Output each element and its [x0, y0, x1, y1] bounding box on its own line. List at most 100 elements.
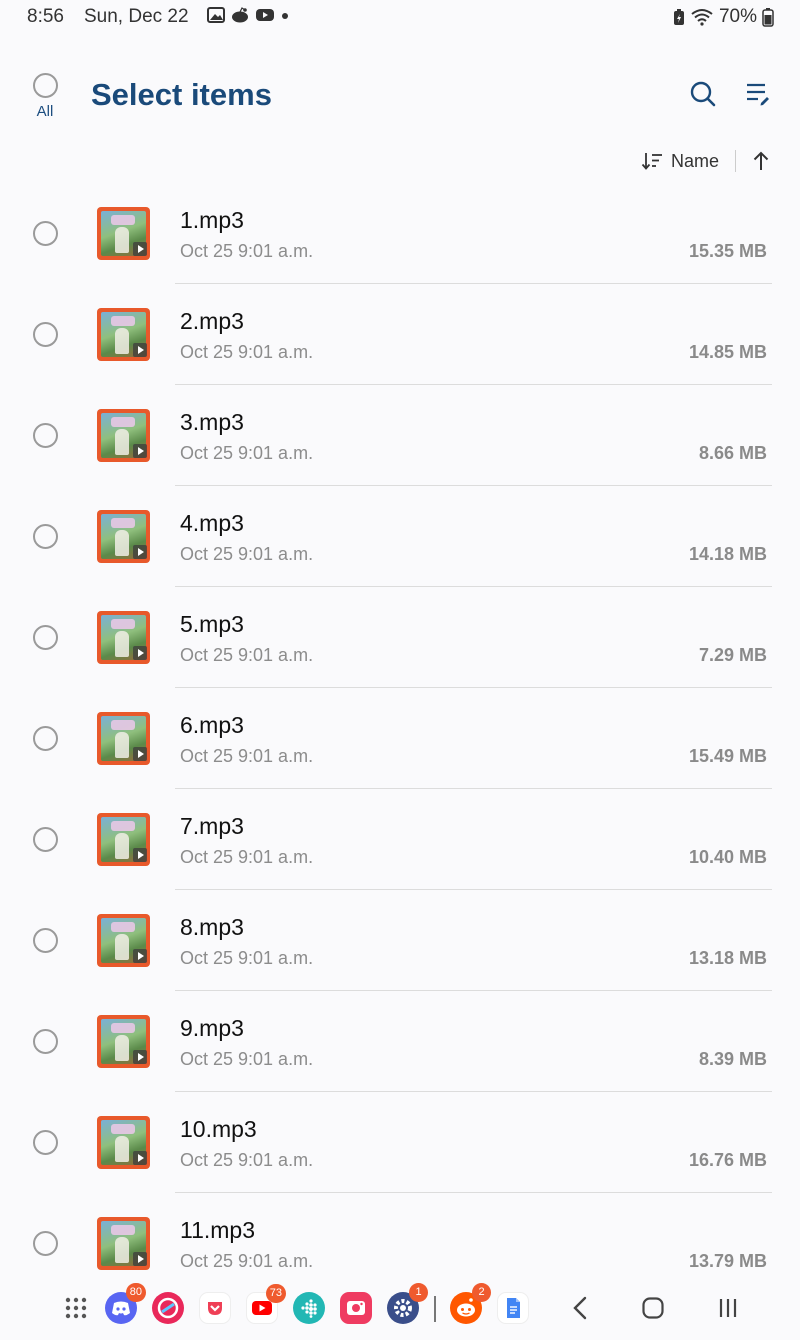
file-row[interactable]: 8.mp3 Oct 25 9:01 a.m. 13.18 MB: [0, 890, 800, 991]
apps-grid-icon[interactable]: [60, 1292, 92, 1324]
file-select-radio[interactable]: [33, 625, 58, 650]
file-name: 3.mp3: [180, 409, 244, 435]
file-row[interactable]: 10.mp3 Oct 25 9:01 a.m. 16.76 MB: [0, 1092, 800, 1193]
file-size: 10.40 MB: [688, 847, 767, 867]
file-select-radio[interactable]: [33, 726, 58, 751]
image-icon: [207, 7, 225, 23]
album-art-thumbnail: [97, 611, 150, 664]
page-title: Select items: [91, 77, 272, 112]
album-art-thumbnail: [97, 1116, 150, 1169]
battery-saver-icon: [673, 9, 684, 25]
select-all-toggle[interactable]: All: [30, 73, 60, 120]
wifi-icon: [691, 9, 713, 26]
dot-icon: [282, 13, 288, 19]
youtube-badge: 73: [265, 1284, 286, 1303]
file-row[interactable]: 3.mp3 Oct 25 9:01 a.m. 8.66 MB: [0, 385, 800, 486]
settings-badge: 1: [409, 1283, 428, 1302]
album-art-thumbnail: [97, 510, 150, 563]
discord-app-icon[interactable]: 80: [105, 1283, 146, 1324]
file-name: 4.mp3: [180, 510, 244, 536]
select-all-radio[interactable]: [32, 73, 58, 98]
file-name: 7.mp3: [180, 813, 244, 839]
file-row[interactable]: 7.mp3 Oct 25 9:01 a.m. 10.40 MB: [0, 789, 800, 890]
file-date: Oct 25 9:01 a.m.: [180, 241, 314, 261]
settings-app-icon[interactable]: 1: [387, 1283, 428, 1324]
play-badge-icon: [133, 848, 147, 862]
reddit-app-icon[interactable]: 2: [450, 1283, 491, 1324]
screen-recorder-app-icon[interactable]: [340, 1292, 372, 1324]
fitbit-app-icon[interactable]: [293, 1292, 325, 1324]
back-icon[interactable]: [565, 1292, 597, 1324]
file-name: 8.mp3: [180, 914, 244, 940]
sort-by-name-button[interactable]: Name: [671, 151, 719, 172]
recent-apps-icon[interactable]: [712, 1292, 744, 1324]
file-select-radio[interactable]: [33, 1130, 58, 1155]
file-name: 11.mp3: [180, 1217, 256, 1243]
google-docs-app-icon[interactable]: [497, 1292, 529, 1324]
sort-order-icon[interactable]: [641, 151, 663, 171]
status-time: 8:56: [27, 6, 64, 27]
play-badge-icon: [133, 949, 147, 963]
file-size: 15.35 MB: [688, 241, 767, 261]
file-select-radio[interactable]: [33, 221, 58, 246]
file-date: Oct 25 9:01 a.m.: [180, 1150, 314, 1170]
play-badge-icon: [133, 1050, 147, 1064]
sort-bar: Name: [641, 147, 770, 175]
file-size: 14.85 MB: [688, 342, 767, 362]
file-select-radio[interactable]: [33, 423, 58, 448]
reddit-badge: 2: [472, 1283, 491, 1302]
battery-percent: 70%: [718, 6, 757, 27]
status-date: Sun, Dec 22: [84, 6, 189, 27]
album-art-thumbnail: [97, 1015, 150, 1068]
file-select-radio[interactable]: [33, 827, 58, 852]
play-badge-icon: [133, 343, 147, 357]
album-art-thumbnail: [97, 308, 150, 361]
pocket-app-icon[interactable]: [199, 1292, 231, 1324]
edit-list-icon[interactable]: [745, 80, 771, 108]
album-art-thumbnail: [97, 914, 150, 967]
file-date: Oct 25 9:01 a.m.: [180, 1049, 314, 1069]
file-size: 13.18 MB: [688, 948, 767, 968]
file-size: 8.39 MB: [698, 1049, 767, 1069]
home-icon[interactable]: [637, 1292, 669, 1324]
file-name: 10.mp3: [180, 1116, 257, 1142]
file-row[interactable]: 5.mp3 Oct 25 9:01 a.m. 7.29 MB: [0, 587, 800, 688]
taskbar-separator: [434, 1296, 436, 1322]
album-art-thumbnail: [97, 207, 150, 260]
file-row[interactable]: 2.mp3 Oct 25 9:01 a.m. 14.85 MB: [0, 284, 800, 385]
album-art-thumbnail: [97, 813, 150, 866]
file-name: 1.mp3: [180, 207, 244, 233]
flow-app-icon[interactable]: [152, 1292, 184, 1324]
file-date: Oct 25 9:01 a.m.: [180, 948, 314, 968]
file-row[interactable]: 4.mp3 Oct 25 9:01 a.m. 14.18 MB: [0, 486, 800, 587]
play-badge-icon: [133, 444, 147, 458]
arrow-up-icon[interactable]: [752, 150, 770, 172]
file-row[interactable]: 11.mp3 Oct 25 9:01 a.m. 13.79 MB: [0, 1193, 800, 1294]
play-badge-icon: [133, 1151, 147, 1165]
youtube-app-icon[interactable]: 73: [246, 1284, 286, 1324]
taskbar: 80 73 1 2: [0, 1280, 800, 1336]
file-row[interactable]: 1.mp3 Oct 25 9:01 a.m. 15.35 MB: [0, 183, 800, 284]
file-select-radio[interactable]: [33, 1029, 58, 1054]
select-all-label: All: [36, 103, 54, 120]
file-name: 2.mp3: [180, 308, 244, 334]
file-row[interactable]: 9.mp3 Oct 25 9:01 a.m. 8.39 MB: [0, 991, 800, 1092]
file-select-radio[interactable]: [33, 1231, 58, 1256]
file-date: Oct 25 9:01 a.m.: [180, 847, 314, 867]
file-size: 14.18 MB: [688, 544, 767, 564]
file-select-radio[interactable]: [33, 524, 58, 549]
file-name: 6.mp3: [180, 712, 244, 738]
search-icon[interactable]: [689, 80, 717, 108]
file-size: 13.79 MB: [688, 1251, 767, 1271]
file-row[interactable]: 6.mp3 Oct 25 9:01 a.m. 15.49 MB: [0, 688, 800, 789]
discord-badge: 80: [125, 1283, 146, 1302]
battery-icon: [762, 8, 774, 27]
album-art-thumbnail: [97, 1217, 150, 1270]
file-name: 9.mp3: [180, 1015, 244, 1041]
file-size: 8.66 MB: [698, 443, 767, 463]
file-name: 5.mp3: [180, 611, 244, 637]
status-bar: 8:56 Sun, Dec 22 70%: [0, 0, 800, 34]
play-badge-icon: [133, 747, 147, 761]
file-select-radio[interactable]: [33, 928, 58, 953]
file-select-radio[interactable]: [33, 322, 58, 347]
